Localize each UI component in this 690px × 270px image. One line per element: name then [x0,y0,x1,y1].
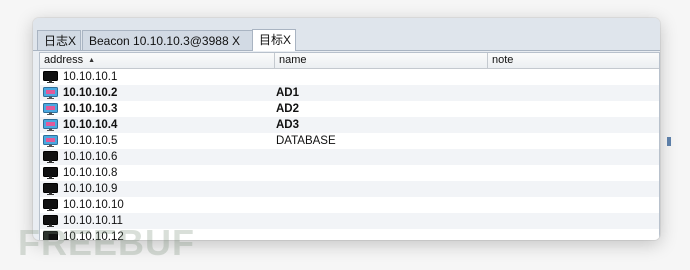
cell-name: AD3 [276,119,300,131]
monitor-icon [43,71,58,83]
table-row[interactable]: 10.10.10.5 DATABASE [40,133,659,149]
table-row[interactable]: 10.10.10.3 AD2 [40,101,659,117]
sort-ascending-icon: ▲ [88,57,96,64]
cell-name: AD2 [276,103,300,115]
tab-beacon[interactable]: Beacon 10.10.10.3@3988 X [82,30,278,50]
cell-name: AD1 [276,87,300,99]
table-header: address ▲ name note [40,53,659,69]
table-row[interactable]: 10.10.10.4 AD3 [40,117,659,133]
scroll-marker[interactable] [667,137,671,146]
column-header-note[interactable]: note [488,53,659,68]
table-row[interactable]: 10.10.10.2 AD1 [40,85,659,101]
column-header-name[interactable]: name [275,53,488,68]
monitor-icon [43,151,58,163]
monitor-icon [43,183,58,195]
cell-address: 10.10.10.1 [63,71,118,83]
column-label-name: name [279,54,307,66]
cell-address: 10.10.10.3 [63,103,118,115]
cell-address: 10.10.10.6 [63,151,118,163]
column-label-address: address [44,54,84,66]
cell-address: 10.10.10.11 [63,215,123,227]
cell-address: 10.10.10.9 [63,183,118,195]
targets-window: 日志X Beacon 10.10.10.3@3988 X 目标X address… [33,18,660,240]
table-row[interactable]: 10.10.10.10 [40,197,659,213]
monitor-icon [43,215,58,227]
compromised-monitor-icon [43,103,58,115]
tab-log[interactable]: 日志X [37,30,81,50]
monitor-icon [43,231,58,240]
compromised-monitor-icon [43,87,58,99]
targets-table: address ▲ name note 10.10.10.1 10.10.10.2 A… [39,52,660,240]
monitor-icon [43,199,58,211]
tab-strip: 日志X Beacon 10.10.10.3@3988 X 目标X [33,18,660,51]
table-row[interactable]: 10.10.10.6 [40,149,659,165]
table-row[interactable]: 10.10.10.12 [40,229,659,240]
cell-address: 10.10.10.4 [63,119,118,131]
cell-address: 10.10.10.12 [63,231,124,240]
table-row[interactable]: 10.10.10.11 [40,213,659,229]
cell-address: 10.10.10.10 [63,199,124,211]
monitor-icon [43,167,58,179]
table-row[interactable]: 10.10.10.1 [40,69,659,85]
table-row[interactable]: 10.10.10.8 [40,165,659,181]
cell-name: DATABASE [276,135,336,147]
compromised-monitor-icon [43,135,58,147]
cell-address: 10.10.10.2 [63,87,118,99]
column-header-address[interactable]: address ▲ [40,53,275,68]
cell-address: 10.10.10.5 [63,135,118,147]
cell-address: 10.10.10.8 [63,167,118,179]
column-label-note: note [492,54,514,66]
table-row[interactable]: 10.10.10.9 [40,181,659,197]
tab-targets[interactable]: 目标X [252,29,296,51]
compromised-monitor-icon [43,119,58,131]
